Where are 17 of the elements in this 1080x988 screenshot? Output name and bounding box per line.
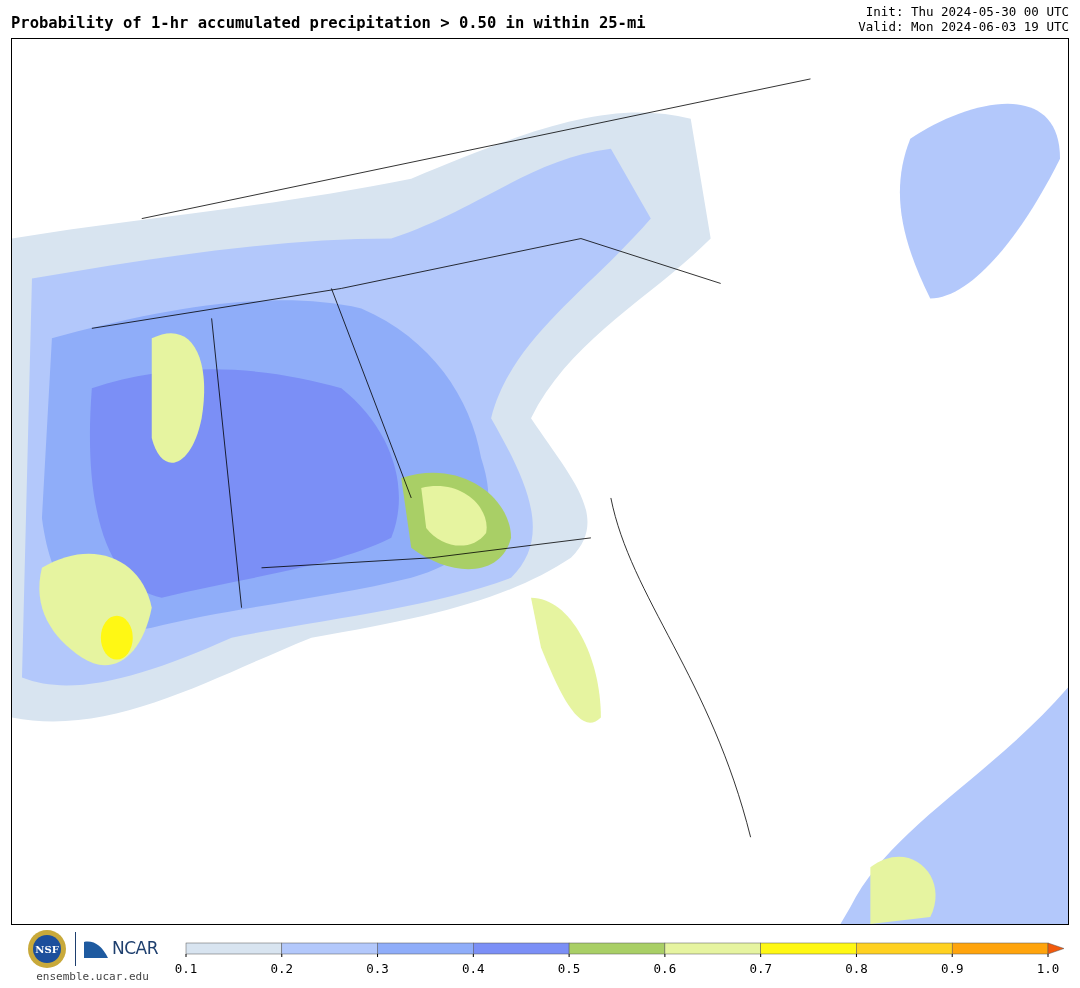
tick-label: 0.5 bbox=[557, 961, 581, 976]
ncar-logo: NCAR bbox=[112, 937, 158, 961]
tick-label: 0.3 bbox=[366, 961, 389, 976]
tick-label: 0.4 bbox=[462, 961, 485, 976]
tick-label: 0.1 bbox=[174, 961, 198, 976]
init-time: Init: Thu 2024-05-30 00 UTC bbox=[864, 4, 1069, 19]
tick-label: 0.7 bbox=[749, 961, 772, 976]
valid-time: Valid: Mon 2024-06-03 19 UTC bbox=[858, 19, 1069, 34]
tick-label: 0.2 bbox=[270, 961, 294, 976]
tick-label: 0.8 bbox=[845, 961, 868, 976]
ncar-logo-icon bbox=[84, 940, 108, 958]
site-url: ensemble.ucar.edu bbox=[36, 969, 149, 985]
tick-label: 1.0 bbox=[1036, 961, 1060, 976]
chart-title: Probability of 1-hr accumulated precipitation > 0.50 in within 25-mi bbox=[11, 13, 646, 34]
tick-label: 0.6 bbox=[653, 961, 677, 976]
nsf-logo: NSF bbox=[27, 929, 67, 969]
tick-label: 0.9 bbox=[940, 961, 964, 976]
